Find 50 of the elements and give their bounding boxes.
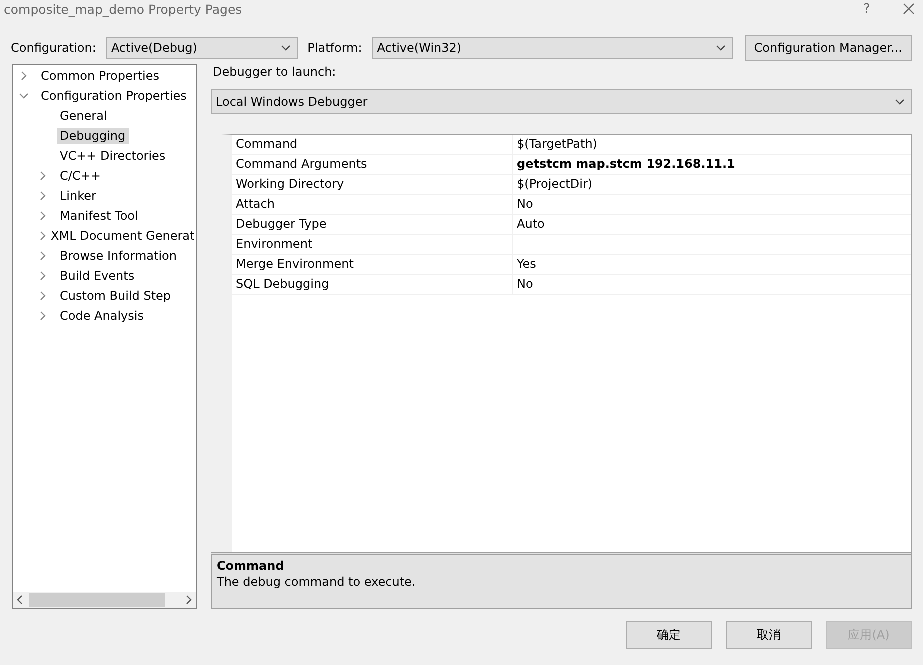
property-name[interactable]: Environment: [232, 235, 513, 254]
platform-label: Platform:: [308, 41, 362, 55]
property-name[interactable]: Debugger Type: [232, 215, 513, 234]
tree-item[interactable]: Build Events: [57, 268, 138, 284]
description-text: The debug command to execute.: [217, 575, 417, 589]
property-value[interactable]: Yes: [513, 255, 911, 274]
chevron-left-icon: [16, 595, 24, 605]
configuration-dropdown[interactable]: Active(Debug): [106, 37, 298, 59]
configuration-manager-button[interactable]: Configuration Manager...: [744, 35, 912, 61]
tree-item[interactable]: General: [57, 108, 110, 124]
property-name[interactable]: Merge Environment: [232, 255, 513, 274]
window-title: composite_map_demo Property Pages: [4, 2, 242, 16]
property-value[interactable]: getstcm map.stcm 192.168.11.1: [513, 155, 911, 174]
property-value[interactable]: No: [513, 195, 911, 214]
dialog-button[interactable]: 确定: [626, 621, 712, 649]
property-value[interactable]: $(ProjectDir): [513, 175, 911, 194]
tree-item[interactable]: Common Properties: [38, 68, 163, 84]
configuration-label: Configuration:: [11, 41, 96, 55]
close-icon: [903, 3, 915, 15]
tree-item[interactable]: Linker: [57, 188, 100, 204]
scroll-thumb[interactable]: [29, 593, 165, 607]
tree-item[interactable]: VC++ Directories: [57, 148, 169, 164]
platform-dropdown[interactable]: Active(Win32): [372, 37, 733, 59]
dialog-button[interactable]: 取消: [726, 621, 812, 649]
tree-item[interactable]: Code Analysis: [57, 308, 147, 324]
property-name[interactable]: Working Directory: [232, 175, 513, 194]
tree-item[interactable]: Configuration Properties: [38, 88, 190, 104]
property-name[interactable]: Command: [232, 135, 513, 154]
debugger-label: Debugger to launch:: [212, 65, 338, 81]
chevron-down-icon: [895, 98, 905, 104]
property-value[interactable]: No: [513, 275, 911, 294]
close-button[interactable]: [901, 1, 917, 17]
property-name[interactable]: SQL Debugging: [232, 275, 513, 294]
help-button[interactable]: ?: [859, 1, 875, 17]
property-value[interactable]: $(TargetPath): [513, 135, 911, 154]
tree-item[interactable]: XML Document Generat: [48, 228, 196, 244]
chevron-right-icon: [185, 595, 193, 605]
tree-item[interactable]: Browse Information: [57, 248, 180, 264]
tree-item[interactable]: Custom Build Step: [57, 288, 174, 304]
tree-item[interactable]: Debugging: [57, 128, 129, 144]
description-title: Command: [217, 559, 286, 573]
chevron-down-icon: [280, 45, 291, 51]
tree-item[interactable]: Manifest Tool: [57, 208, 142, 224]
property-name[interactable]: Attach: [232, 195, 513, 214]
horizontal-scrollbar[interactable]: [13, 592, 196, 608]
chevron-down-icon: [716, 45, 726, 51]
property-name[interactable]: Command Arguments: [232, 155, 513, 174]
property-value[interactable]: Auto: [513, 215, 911, 234]
tree-item[interactable]: C/C++: [57, 168, 104, 184]
debugger-dropdown[interactable]: Local Windows Debugger: [211, 89, 912, 114]
